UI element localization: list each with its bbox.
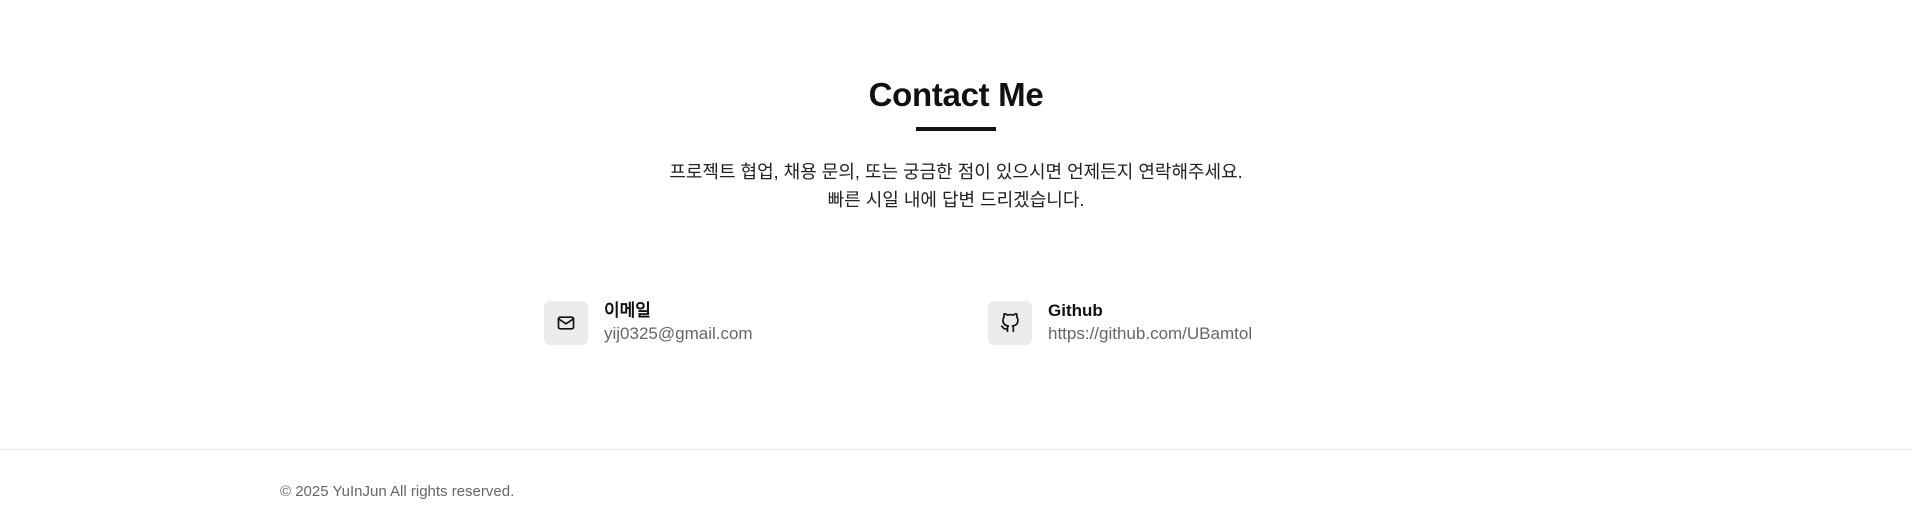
contact-description-line-1: 프로젝트 협업, 채용 문의, 또는 궁금한 점이 있으시면 언제든지 연락해주… (669, 162, 1243, 182)
contact-section: Contact Me 프로젝트 협업, 채용 문의, 또는 궁금한 점이 있으시… (0, 0, 1912, 449)
email-label: 이메일 (604, 301, 651, 320)
github-link[interactable]: https://github.com/UBamtol (1048, 322, 1252, 346)
contact-description-line-2: 빠른 시일 내에 답변 드리겠습니다. (827, 190, 1085, 210)
footer-divider (0, 449, 1912, 450)
email-contact-item: 이메일 yij0325@gmail.com (544, 300, 753, 346)
github-icon (988, 301, 1032, 345)
email-link[interactable]: yij0325@gmail.com (604, 322, 753, 346)
title-underline (916, 127, 996, 131)
page: Contact Me 프로젝트 협업, 채용 문의, 또는 궁금한 점이 있으시… (0, 0, 1912, 530)
footer-copyright: © 2025 YuInJun All rights reserved. (280, 483, 515, 500)
mail-icon (544, 301, 588, 345)
email-text: 이메일 yij0325@gmail.com (604, 300, 753, 346)
contact-description: 프로젝트 협업, 채용 문의, 또는 궁금한 점이 있으시면 언제든지 연락해주… (0, 158, 1912, 214)
github-label: Github (1048, 301, 1103, 320)
contact-title: Contact Me (868, 76, 1044, 113)
github-contact-item: Github https://github.com/UBamtol (988, 300, 1252, 346)
github-text: Github https://github.com/UBamtol (1048, 300, 1252, 346)
